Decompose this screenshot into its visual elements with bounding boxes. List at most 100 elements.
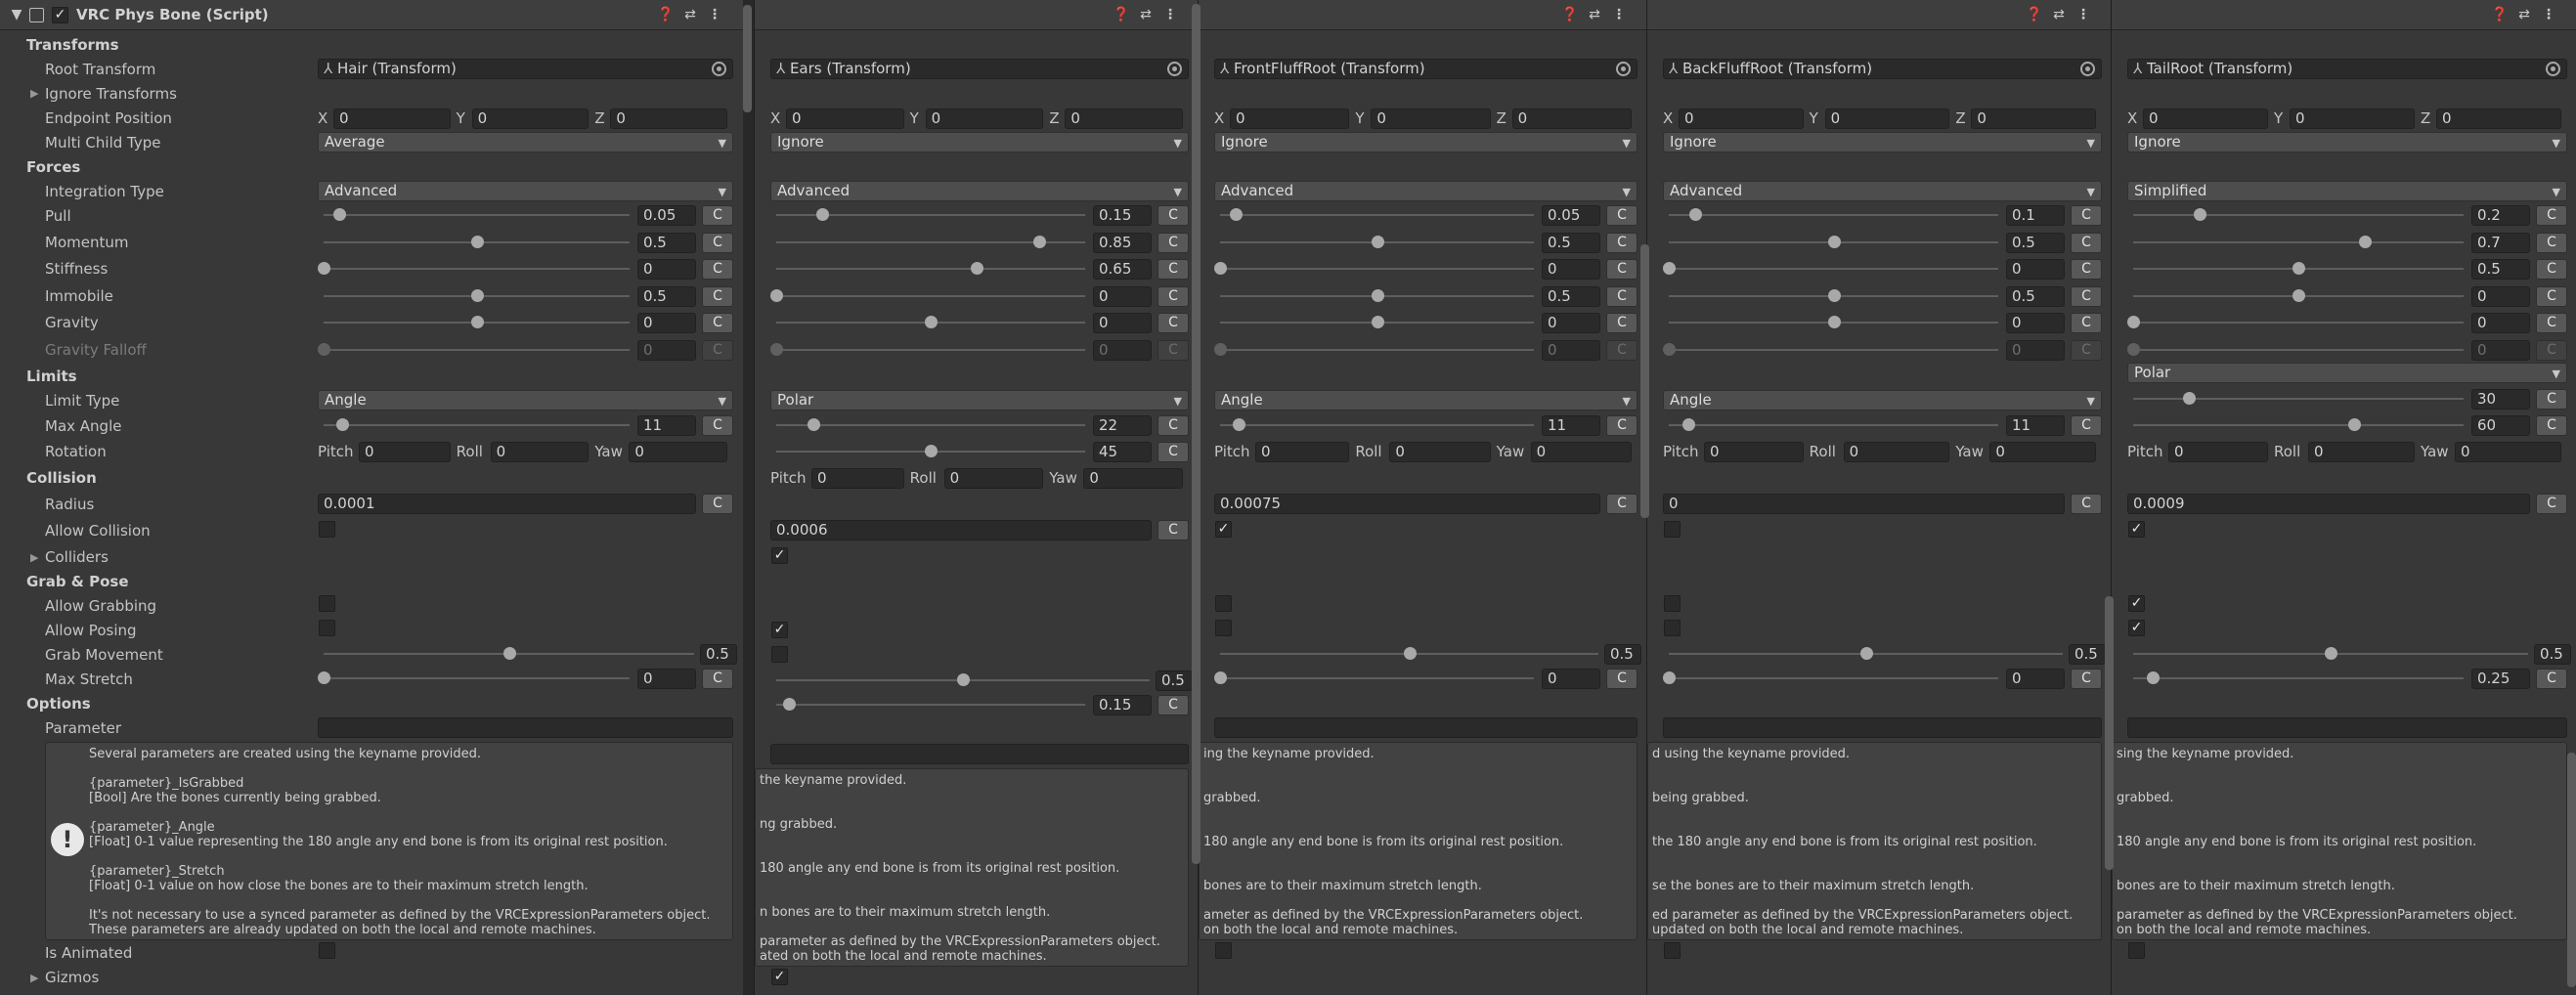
allow-posing-checkbox[interactable] [1215, 620, 1232, 636]
more-vert-icon[interactable]: ⋮ [1161, 6, 1179, 23]
roll-field[interactable]: 0 [490, 442, 589, 462]
max-angle-curve-button[interactable]: C [702, 415, 733, 436]
stiffness-curve-button[interactable]: C [702, 259, 733, 280]
parameter-field[interactable] [318, 717, 733, 738]
max-stretch-slider[interactable] [2133, 669, 2464, 688]
limit-type-dropdown[interactable]: Polar ▼ [770, 390, 1189, 411]
momentum-curve-button[interactable]: C [1606, 233, 1637, 253]
momentum-curve-button[interactable]: C [2536, 233, 2567, 253]
momentum-slider[interactable] [1669, 233, 1998, 252]
slider-knob[interactable] [1663, 671, 1676, 684]
slider-knob[interactable] [2127, 316, 2140, 328]
y-field[interactable]: 0 [1824, 108, 1950, 129]
immobile-value[interactable]: 0.5 [2006, 286, 2065, 307]
settings-sliders-icon[interactable]: ⇄ [2515, 6, 2533, 23]
momentum-slider[interactable] [324, 233, 630, 252]
radius-curve-button[interactable]: C [1606, 494, 1637, 514]
scrollbar-thumb-1[interactable] [1192, 4, 1201, 864]
immobile-slider[interactable] [324, 286, 630, 306]
immobile-curve-button[interactable]: C [2071, 286, 2102, 307]
slider-knob[interactable] [1371, 236, 1384, 248]
grab-movement-slider[interactable] [1669, 644, 2063, 664]
foldout-arrow-icon[interactable]: ▼ [8, 6, 25, 23]
allow-grabbing-checkbox[interactable] [1664, 595, 1681, 612]
stiffness-slider[interactable] [2133, 259, 2464, 279]
max-stretch-curve-button[interactable]: C [1606, 669, 1637, 689]
settings-sliders-icon[interactable]: ⇄ [1137, 6, 1155, 23]
multi-child-type-dropdown[interactable]: Ignore ▼ [1663, 132, 2102, 152]
momentum-slider[interactable] [1220, 233, 1534, 252]
z-field[interactable]: 0 [1511, 108, 1632, 129]
allow-collision-checkbox[interactable]: ✓ [2128, 521, 2145, 538]
max-angle-curve-button[interactable]: C [2071, 415, 2102, 436]
gravity-slider[interactable] [1669, 313, 1998, 332]
max-stretch-slider[interactable] [1214, 669, 1534, 688]
radius-field[interactable]: 0.0001 [318, 494, 696, 514]
immobile-slider[interactable] [770, 286, 1085, 306]
is-animated-checkbox[interactable] [319, 942, 335, 959]
slider-knob[interactable] [1214, 671, 1227, 684]
radius-field[interactable]: 0.0006 [770, 520, 1152, 541]
multi-child-type-dropdown[interactable]: Ignore ▼ [2127, 132, 2567, 152]
grab-movement-slider[interactable] [2133, 644, 2528, 664]
max-stretch-value[interactable]: 0.25 [2471, 669, 2530, 689]
integration-type-dropdown[interactable]: Simplified ▼ [2127, 181, 2567, 201]
slider-knob[interactable] [2193, 208, 2206, 221]
max-stretch-slider[interactable] [776, 695, 1085, 714]
limit-type-dropdown[interactable]: Angle ▼ [1663, 390, 2102, 411]
max-stretch-value[interactable]: 0 [1542, 669, 1600, 689]
z-field[interactable]: 0 [610, 108, 727, 129]
gravity-curve-button[interactable]: C [1157, 313, 1189, 333]
yaw-field[interactable]: 0 [629, 442, 727, 462]
momentum-slider[interactable] [2133, 233, 2464, 252]
slider-knob[interactable] [1827, 236, 1841, 248]
limit-type-dropdown[interactable]: Angle ▼ [318, 390, 733, 411]
slider-knob[interactable] [1827, 289, 1841, 302]
x-field[interactable]: 0 [1230, 108, 1350, 129]
momentum-value[interactable]: 0.85 [1093, 233, 1152, 253]
momentum-value[interactable]: 0.5 [1542, 233, 1600, 253]
multi-child-type-dropdown[interactable]: Ignore ▼ [1214, 132, 1637, 152]
slider-knob[interactable] [502, 647, 516, 660]
stiffness-curve-button[interactable]: C [2071, 259, 2102, 280]
gravity-slider[interactable] [776, 313, 1085, 332]
immobile-value[interactable]: 0 [1093, 286, 1152, 307]
book-icon[interactable]: ❓ [2026, 6, 2043, 23]
pull-curve-button[interactable]: C [2071, 205, 2102, 226]
gravity-value[interactable]: 0 [637, 313, 696, 333]
is-animated-checkbox[interactable]: ✓ [771, 969, 788, 985]
max-stretch-value[interactable]: 0 [637, 669, 696, 689]
stiffness-curve-button[interactable]: C [1606, 259, 1637, 280]
gravity-slider[interactable] [1220, 313, 1534, 332]
is-animated-checkbox[interactable] [2128, 942, 2145, 959]
stiffness-value[interactable]: 0 [1542, 259, 1600, 280]
allow-grabbing-checkbox[interactable] [1215, 595, 1232, 612]
max-yaw-value[interactable]: 60 [2471, 415, 2530, 436]
pull-slider[interactable] [324, 205, 630, 225]
x-field[interactable]: 0 [2143, 108, 2268, 129]
slider-knob[interactable] [1032, 236, 1046, 248]
max-stretch-curve-button[interactable]: C [702, 669, 733, 689]
foldout-arrow-icon[interactable]: ▶ [30, 969, 38, 988]
root-transform-field[interactable]: ⅄ FrontFluffRoot (Transform) [1214, 59, 1637, 79]
stiffness-slider[interactable] [776, 259, 1085, 279]
gravity-value[interactable]: 0 [2471, 313, 2530, 333]
allow-posing-checkbox[interactable] [1664, 620, 1681, 636]
max-angle-slider[interactable] [1669, 415, 1998, 435]
scrollbar-thumb-0[interactable] [743, 5, 752, 112]
limit-type-dropdown[interactable]: Polar ▼ [2127, 363, 2567, 383]
book-icon[interactable]: ❓ [1113, 6, 1130, 23]
allow-collision-checkbox[interactable] [319, 521, 335, 538]
stiffness-value[interactable]: 0.5 [2471, 259, 2530, 280]
slider-knob[interactable] [1663, 262, 1676, 275]
momentum-value[interactable]: 0.5 [637, 233, 696, 253]
max-stretch-curve-button[interactable]: C [2536, 669, 2567, 689]
max-angle-value[interactable]: 11 [1542, 415, 1600, 436]
slider-knob[interactable] [807, 418, 820, 431]
roll-field[interactable]: 0 [1389, 442, 1491, 462]
settings-sliders-icon[interactable]: ⇄ [681, 6, 699, 23]
max-angle-slider[interactable] [776, 415, 1085, 435]
slider-knob[interactable] [2292, 262, 2305, 275]
x-field[interactable]: 0 [333, 108, 451, 129]
momentum-curve-button[interactable]: C [2071, 233, 2102, 253]
